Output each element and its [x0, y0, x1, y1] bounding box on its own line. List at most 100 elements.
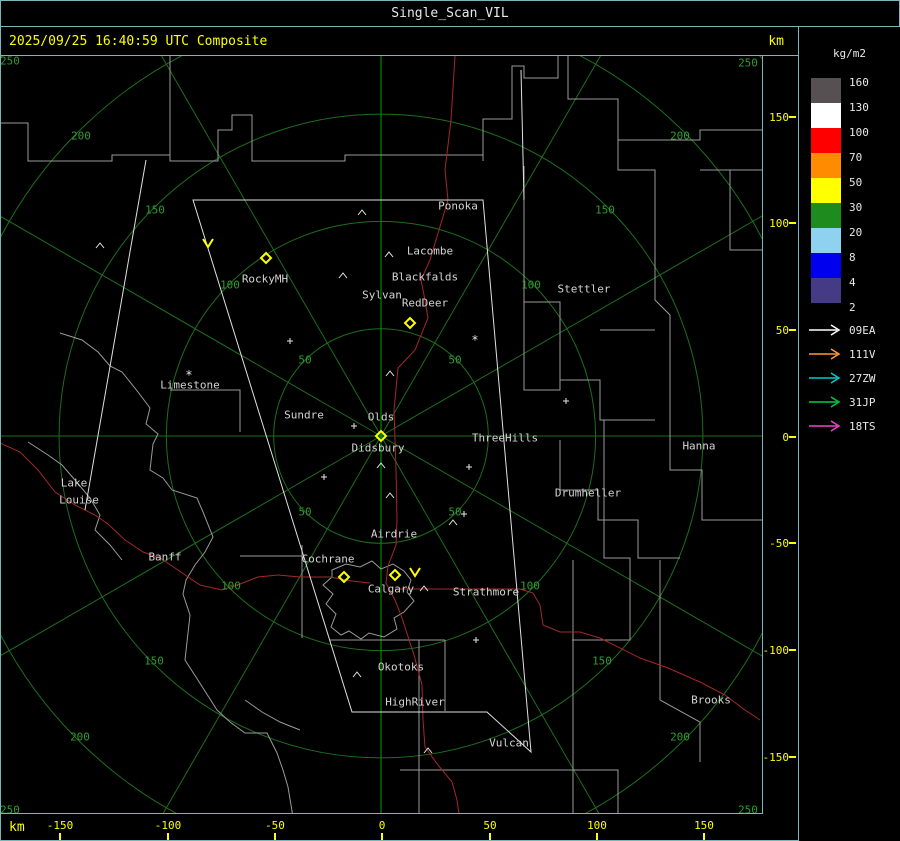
bottom-axis-tick-label: 0 — [378, 819, 386, 832]
plus-marker — [461, 511, 467, 517]
plus-marker — [473, 637, 479, 643]
right-axis-tick — [789, 329, 796, 331]
plus-marker — [287, 338, 293, 344]
city-label: Lacombe — [407, 245, 453, 258]
legend-unit-label: kg/m2 — [832, 47, 867, 60]
radar-id-label: 31JP — [849, 396, 876, 409]
plus-marker — [351, 423, 357, 429]
vil-scale-swatch — [811, 203, 841, 228]
vil-scale-swatch — [811, 153, 841, 178]
bottom-axis-tick-label: 50 — [483, 819, 497, 832]
vil-scale-swatch — [811, 253, 841, 278]
vil-scale-value-label: 160 — [849, 76, 869, 89]
city-label: Lake — [61, 477, 88, 490]
city-label: Strathmore — [453, 586, 519, 599]
radar-map-canvas[interactable]: 50 5050 50100 100100 100150 150150 150200 20020… — [0, 0, 900, 841]
vil-scale-value-label: 20 — [849, 226, 863, 239]
vee-marker — [409, 567, 421, 578]
city-label: RockyMH — [242, 273, 288, 286]
right-axis-tick-label: 0 — [782, 431, 789, 444]
ring-distance-label: 100 — [521, 279, 541, 292]
radar-id-label: 09EA — [849, 324, 876, 337]
vil-scale-value-label: 50 — [849, 176, 863, 189]
ring-distance-label: 250 — [738, 804, 758, 814]
bottom-axis-tick-label: -50 — [265, 819, 285, 832]
vil-scale-value-label: 2 — [849, 301, 856, 314]
bottom-axis-tick-label: 100 — [587, 819, 607, 832]
city-label: Louise — [59, 494, 99, 507]
caret-marker — [385, 492, 395, 499]
bottom-axis-tick — [381, 833, 383, 840]
vil-scale-swatch — [811, 228, 841, 253]
city-label: Ponoka — [438, 200, 478, 213]
star-marker: * — [471, 333, 478, 347]
city-label: Sylvan — [362, 289, 402, 302]
city-label: Blackfalds — [392, 271, 458, 284]
star-marker: * — [185, 368, 192, 382]
vil-scale-value-label: 100 — [849, 126, 869, 139]
vil-scale-swatch — [811, 178, 841, 203]
city-label: Calgary — [368, 583, 415, 596]
title-bar: Single_Scan_VIL — [0, 0, 900, 27]
ring-distance-label: 50 — [448, 354, 461, 367]
plus-marker — [466, 464, 472, 470]
right-axis-tick — [789, 756, 796, 758]
ring-distance-label: 150 — [144, 655, 164, 668]
vil-scale-value-label: 4 — [849, 276, 856, 289]
legend-panel: kg/m2 160 130 100 70 50 30 20 8 4 2 09EA 111V 27ZW 3… — [798, 27, 900, 841]
caret-marker — [95, 242, 105, 249]
ring-distance-label: 250 — [738, 57, 758, 70]
ring-distance-label: 200 — [71, 130, 91, 143]
radar-id-label: 111V — [849, 348, 876, 361]
right-axis-tick-label: 100 — [769, 217, 789, 230]
city-label: Drumheller — [555, 487, 622, 500]
caret-marker — [448, 519, 458, 526]
vee-marker — [202, 238, 214, 249]
city-label: Okotoks — [378, 661, 424, 674]
caret-marker — [357, 209, 367, 216]
ring-distance-label: 200 — [670, 731, 690, 744]
right-axis-tick — [789, 542, 796, 544]
radial-line — [0, 215, 382, 437]
right-axis-tick-label: -50 — [769, 537, 789, 550]
city-label: Vulcan — [489, 737, 529, 750]
map-markers: ** — [95, 209, 569, 754]
city-label: Sundre — [284, 409, 324, 422]
city-label: Stettler — [558, 283, 611, 296]
ring-distance-label: 150 — [595, 204, 615, 217]
city-label: Airdrie — [371, 528, 417, 541]
plus-marker — [321, 474, 327, 480]
vil-scale-swatch — [811, 128, 841, 153]
right-axis-tick-label: -100 — [762, 644, 790, 657]
ring-distance-label: 150 — [592, 655, 612, 668]
vil-scale-value-label: 130 — [849, 101, 869, 114]
plus-marker — [563, 398, 569, 404]
vil-scale-value-label: 70 — [849, 151, 863, 164]
right-axis-tick — [789, 649, 796, 651]
vil-scale-value-label: 30 — [849, 201, 863, 214]
vil-scale-value-label: 8 — [849, 251, 856, 264]
radar-site-diamond-marker — [388, 568, 402, 582]
ring-distance-label: 50 — [448, 506, 461, 519]
ring-distance-label: 100 — [520, 580, 540, 593]
ring-distance-label: 250 — [1, 804, 20, 814]
bottom-axis-tick — [489, 833, 491, 840]
ring-distance-label: 200 — [670, 130, 690, 143]
right-axis-tick-label: -150 — [762, 751, 790, 764]
radar-id-label: 18TS — [849, 420, 876, 433]
vil-scale-swatch — [811, 103, 841, 128]
bottom-axis: km -150 -100 -50 0 50 100 150 — [0, 814, 798, 841]
right-axis-unit-label: km — [768, 33, 784, 49]
caret-marker — [384, 251, 394, 258]
city-label: Didsbury — [352, 442, 405, 455]
right-axis: 150 100 50 0 -50 -100 -150 — [763, 56, 798, 814]
ring-distance-label: 50 — [298, 354, 311, 367]
bottom-axis-tick-label: -100 — [154, 819, 182, 832]
right-axis-tick-label: 150 — [769, 111, 789, 124]
city-label: ThreeHills — [472, 432, 538, 445]
radar-map[interactable]: 50 50 50 50 100 100 100 100 150 150 150 150 200 200 20… — [0, 0, 900, 841]
vil-scale-swatch — [811, 278, 841, 303]
bottom-axis-tick — [596, 833, 598, 840]
ring-distance-label: 100 — [221, 580, 241, 593]
bottom-axis-unit-label: km — [9, 820, 25, 835]
